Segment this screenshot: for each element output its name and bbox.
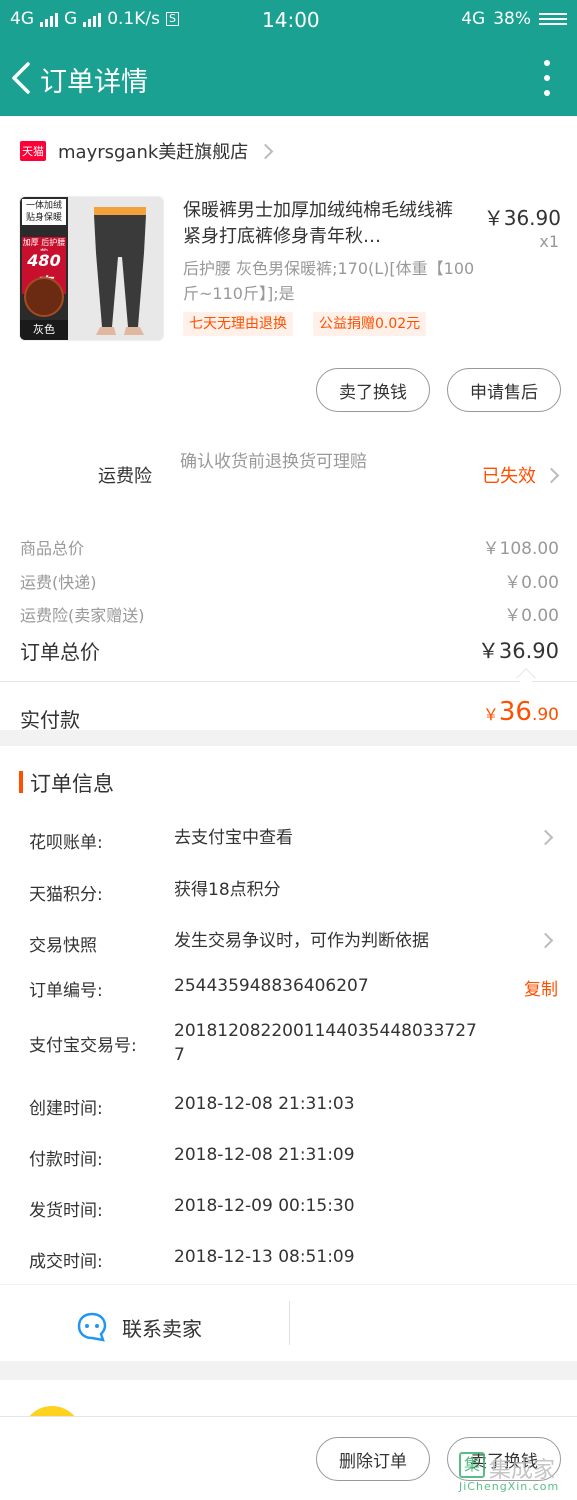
summary-label: 运费(快递) xyxy=(20,573,97,592)
watermark-logo: 集 集成家 JiChengXin.com xyxy=(459,1448,571,1494)
summary-label: 运费险(卖家赠送) xyxy=(20,606,145,625)
paid-amount: ￥36.90 xyxy=(483,697,559,727)
more-dot-icon xyxy=(544,90,550,96)
order-product-card: 天猫 mayrsgank美赶旗舰店 一体加绒 贴身保暖 加厚 后护腰款 480克… xyxy=(0,116,577,732)
more-menu-button[interactable] xyxy=(537,60,557,96)
nav-bar: 订单详情 xyxy=(0,40,577,116)
status-left: 4G G 0.1K/s S xyxy=(10,9,179,29)
info-value: 获得18点积分 xyxy=(174,880,281,900)
recommend-card xyxy=(0,1380,577,1420)
info-value: 2018-12-08 21:31:09 xyxy=(174,1145,355,1165)
order-total-label: 订单总价 xyxy=(20,640,100,664)
shipping-insurance-label: 运费险 xyxy=(98,466,152,487)
shipping-insurance-status[interactable]: 已失效 xyxy=(482,462,560,488)
contact-seller-button[interactable]: 联系卖家 xyxy=(76,1311,202,1343)
more-dot-icon xyxy=(544,75,550,81)
product-quantity: x1 xyxy=(539,232,559,251)
info-label: 发货时间: xyxy=(29,1201,103,1221)
pointer-notch xyxy=(516,668,536,688)
contact-seller-label: 联系卖家 xyxy=(122,1316,202,1341)
page-title: 订单详情 xyxy=(40,67,148,98)
network-type-2: G xyxy=(64,9,78,29)
insurance-status-text: 已失效 xyxy=(482,466,536,487)
info-label: 订单编号: xyxy=(29,981,103,1001)
chevron-right-icon xyxy=(543,467,560,483)
info-label: 花呗账单: xyxy=(29,833,103,853)
info-label: 支付宝交易号: xyxy=(29,1036,137,1056)
resell-button[interactable]: 卖了换钱 xyxy=(316,368,430,412)
summary-value: ￥0.00 xyxy=(504,573,559,593)
summary-value: ￥0.00 xyxy=(504,606,559,626)
info-label: 天猫积分: xyxy=(29,885,103,905)
copy-button[interactable]: 复制 xyxy=(524,975,558,1000)
product-price: ￥36.90 xyxy=(483,206,561,230)
order-info-card: 订单信息 花呗账单: 去支付宝中查看 天猫积分: 获得18点积分 交易快照 发生… xyxy=(0,746,577,1284)
paid-integer: 36 xyxy=(498,697,532,727)
back-button[interactable] xyxy=(8,58,38,98)
tmall-logo-icon: 天猫 xyxy=(20,141,46,161)
clock: 14:00 xyxy=(262,8,320,32)
summary-label: 商品总价 xyxy=(20,539,85,558)
info-label: 创建时间: xyxy=(29,1099,103,1119)
product-thumbnail[interactable]: 一体加绒 贴身保暖 加厚 后护腰款 480克 灰色 xyxy=(19,196,164,341)
info-value: 2018-12-13 08:51:09 xyxy=(174,1247,355,1267)
status-bar: 4G G 0.1K/s S 14:00 4G 38% xyxy=(0,0,577,40)
chat-bubble-icon xyxy=(77,1312,107,1342)
signal-icon xyxy=(40,11,58,27)
status-right: 4G 38% xyxy=(461,9,567,29)
summary-value: ￥108.00 xyxy=(482,539,559,559)
info-label: 付款时间: xyxy=(29,1150,103,1170)
thermal-pants-image xyxy=(94,207,146,335)
huabei-bill-link[interactable]: 去支付宝中查看 xyxy=(174,826,293,850)
return-policy-tag: 七天无理由退换 xyxy=(183,312,293,336)
info-value: 2018-12-09 00:15:30 xyxy=(174,1196,355,1216)
product-sku: 后护腰 灰色男保暖裤;170(L)[体重【100斤~110斤】];是 xyxy=(183,259,475,303)
signal-icon-2 xyxy=(83,11,102,27)
contact-card: 联系卖家 xyxy=(0,1285,577,1361)
chevron-right-icon xyxy=(537,932,554,949)
network-speed: 0.1K/s xyxy=(107,9,160,29)
delete-order-button[interactable]: 删除订单 xyxy=(316,1437,430,1481)
trade-snapshot-link[interactable]: 发生交易争议时，可作为判断依据 xyxy=(174,929,429,953)
network-type-right: 4G xyxy=(461,9,486,29)
paid-currency: ￥ xyxy=(482,705,499,724)
charity-tag: 公益捐赠0.02元 xyxy=(313,312,427,336)
shipping-insurance-desc: 确认收货前退换货可理赔 xyxy=(180,452,367,472)
s-notification-icon: S xyxy=(165,12,179,26)
vertical-divider xyxy=(289,1301,290,1345)
watermark-url: JiChengXin.com xyxy=(459,1480,560,1493)
more-dot-icon xyxy=(544,60,550,66)
divider xyxy=(0,681,577,682)
network-type-1: 4G xyxy=(10,9,34,29)
chevron-right-icon xyxy=(537,829,554,846)
promo-color: 灰色 xyxy=(20,320,68,340)
chevron-right-icon xyxy=(258,143,274,159)
info-value: 2018-12-08 21:31:03 xyxy=(174,1094,355,1114)
watermark-icon: 集 xyxy=(459,1452,485,1478)
paid-decimal: .90 xyxy=(531,705,559,725)
order-info-title: 订单信息 xyxy=(30,772,114,796)
shop-link[interactable]: 天猫 mayrsgank美赶旗舰店 xyxy=(20,138,274,164)
order-total-value: ￥36.90 xyxy=(477,639,559,663)
info-label: 交易快照 xyxy=(29,936,97,956)
order-number: 254435948836406207 xyxy=(174,976,369,996)
alipay-trade-number: 20181208220011440354480337277 xyxy=(174,1021,477,1065)
paid-label: 实付款 xyxy=(20,708,80,732)
promo-text: 一体加绒 贴身保暖 xyxy=(22,199,66,225)
section-accent-bar xyxy=(19,771,23,793)
thumbnail-promo-strip: 一体加绒 贴身保暖 加厚 后护腰款 480克 灰色 xyxy=(20,197,68,340)
battery-level: 38% xyxy=(493,9,531,29)
back-arrow-icon xyxy=(12,62,30,94)
product-title[interactable]: 保暖裤男士加厚加绒纯棉毛绒线裤紧身打底裤修身青年秋… xyxy=(183,198,465,250)
info-label: 成交时间: xyxy=(29,1252,103,1272)
after-sale-button[interactable]: 申请售后 xyxy=(447,368,561,412)
fabric-swatch-icon xyxy=(24,277,64,317)
shop-name: mayrsgank美赶旗舰店 xyxy=(58,142,249,163)
battery-icon xyxy=(539,13,567,25)
